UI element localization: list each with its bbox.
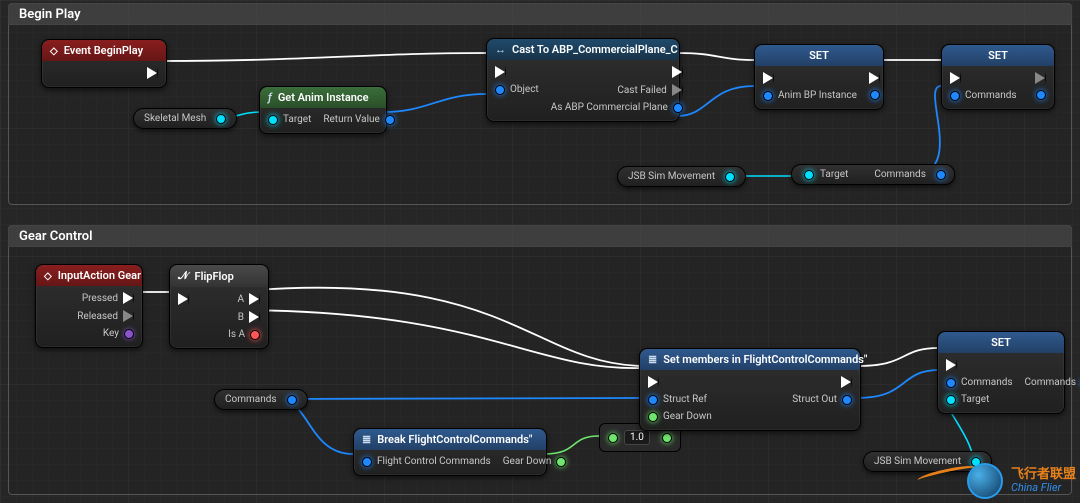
pin-commands[interactable]	[936, 170, 946, 180]
pin-anim-bp-instance[interactable]: Anim BP Instance	[763, 90, 857, 101]
pin-out[interactable]	[725, 172, 735, 182]
node-get-anim-instance[interactable]: Get Anim Instance Target Return Value	[259, 86, 387, 134]
pin-target[interactable]	[804, 170, 814, 180]
node-title: Break FlightControlCommands"	[377, 433, 532, 446]
default-value[interactable]: 1.0	[624, 430, 650, 445]
pin-commands-out[interactable]: Commands	[1025, 377, 1080, 388]
pin-gear-down[interactable]: Gear Down	[648, 411, 712, 422]
watermark-cn: 飞行者联盟	[1011, 468, 1076, 482]
node-var-jsb-sim-movement[interactable]: JSB Sim Movement	[617, 166, 746, 187]
pin-target[interactable]: Target	[268, 114, 311, 125]
struct-icon	[648, 353, 657, 366]
pin-flight-control-commands[interactable]: Flight Control Commands	[362, 456, 491, 467]
var-label: Commands	[225, 394, 277, 405]
node-inputaction-gear[interactable]: InputAction Gear Pressed Released Key	[35, 264, 143, 348]
pin-released[interactable]: Released	[77, 310, 134, 322]
node-set-anim-bp-instance[interactable]: SET Anim BP Instance	[754, 44, 884, 110]
break-icon	[362, 433, 371, 446]
pin-commands-in[interactable]: Commands	[946, 377, 1013, 388]
pin-exec-in[interactable]	[648, 376, 712, 388]
comment-title[interactable]: Begin Play	[8, 3, 1072, 25]
pin-target[interactable]: Target	[946, 394, 1013, 405]
pin-in-a[interactable]	[608, 433, 618, 443]
pin-struct-out[interactable]: Struct Out	[792, 394, 852, 405]
node-event-begin-play[interactable]: Event BeginPlay	[41, 39, 167, 88]
pin-value-out[interactable]	[870, 90, 880, 100]
pin-exec-in[interactable]	[950, 72, 1017, 84]
pin-cast-failed[interactable]: Cast Failed	[617, 84, 682, 96]
node-set-members-fcc[interactable]: Set members in FlightControlCommands" St…	[639, 348, 861, 431]
cast-icon	[495, 43, 506, 56]
pin-out[interactable]	[662, 433, 672, 443]
node-var-skeletal-mesh[interactable]: Skeletal Mesh	[133, 108, 237, 129]
pin-exec-out[interactable]	[841, 376, 852, 388]
pin-exec-in[interactable]	[495, 66, 539, 78]
event-icon	[44, 269, 52, 282]
node-title: Set members in FlightControlCommands"	[663, 353, 867, 366]
node-title: SET	[809, 49, 829, 62]
node-title: Event BeginPlay	[64, 44, 143, 57]
comment-title[interactable]: Gear Control	[8, 225, 1072, 247]
pin-exec-out[interactable]	[1035, 72, 1046, 84]
node-cast-abp[interactable]: Cast To ABP_CommercialPlane_C Object Cas…	[486, 38, 680, 122]
node-title: SET	[991, 336, 1011, 349]
watermark-en: China Flier	[1011, 482, 1076, 494]
pin-exec-out[interactable]	[672, 66, 683, 78]
pin-exec-in[interactable]	[946, 359, 1013, 371]
node-title: Cast To ABP_CommercialPlane_C	[512, 43, 678, 56]
function-icon	[268, 91, 272, 104]
node-set-commands-2[interactable]: SET Commands Target Commands	[937, 331, 1065, 414]
comment-section-begin-play[interactable]: Begin Play Event BeginPlay Skeletal Mesh	[8, 3, 1072, 205]
node-flipflop[interactable]: FlipFlop A B Is A	[169, 264, 269, 349]
pin-exec-in[interactable]	[178, 293, 189, 305]
node-get-commands-from-jsb[interactable]: Target Commands	[791, 164, 955, 185]
macro-icon	[178, 269, 189, 283]
var-label: JSB Sim Movement	[628, 171, 715, 182]
pin-return-value[interactable]: Return Value	[323, 114, 394, 125]
comment-section-gear-control[interactable]: Gear Control InputAction Gear Pressed Re…	[8, 225, 1072, 495]
pin-exec-out[interactable]	[147, 67, 158, 79]
watermark-logo: 飞行者联盟 China Flier	[967, 463, 1076, 499]
pin-exec-out[interactable]	[869, 72, 880, 84]
pin-b[interactable]: B	[238, 311, 260, 323]
pin-target-label: Target	[820, 169, 848, 180]
pin-out[interactable]	[216, 114, 226, 124]
pin-commands-label: Commands	[874, 169, 926, 180]
pin-object[interactable]: Object	[495, 84, 539, 95]
node-title: Get Anim Instance	[278, 91, 369, 104]
pin-value-out[interactable]	[1036, 90, 1046, 100]
pin-struct-ref[interactable]: Struct Ref	[648, 394, 712, 405]
node-var-commands[interactable]: Commands	[214, 389, 308, 410]
pin-as-abp[interactable]: As ABP Commercial Plane	[551, 102, 683, 113]
node-title: SET	[988, 49, 1008, 62]
pin-out[interactable]	[287, 395, 297, 405]
node-break-flight-control-commands[interactable]: Break FlightControlCommands" Flight Cont…	[353, 428, 547, 476]
pin-is-a[interactable]: Is A	[228, 329, 260, 340]
pin-exec-in[interactable]	[763, 72, 857, 84]
pin-a[interactable]: A	[237, 293, 260, 305]
var-label: JSB Sim Movement	[874, 456, 961, 467]
pin-commands[interactable]: Commands	[950, 90, 1017, 101]
pin-key[interactable]: Key	[103, 328, 134, 339]
var-label: Skeletal Mesh	[144, 113, 206, 124]
node-title: FlipFlop	[195, 270, 234, 283]
node-title: InputAction Gear	[58, 269, 141, 282]
event-icon	[50, 44, 58, 57]
pin-pressed[interactable]: Pressed	[82, 292, 134, 304]
pin-gear-down[interactable]: Gear Down	[503, 456, 567, 467]
node-set-commands[interactable]: SET Commands	[941, 44, 1055, 110]
